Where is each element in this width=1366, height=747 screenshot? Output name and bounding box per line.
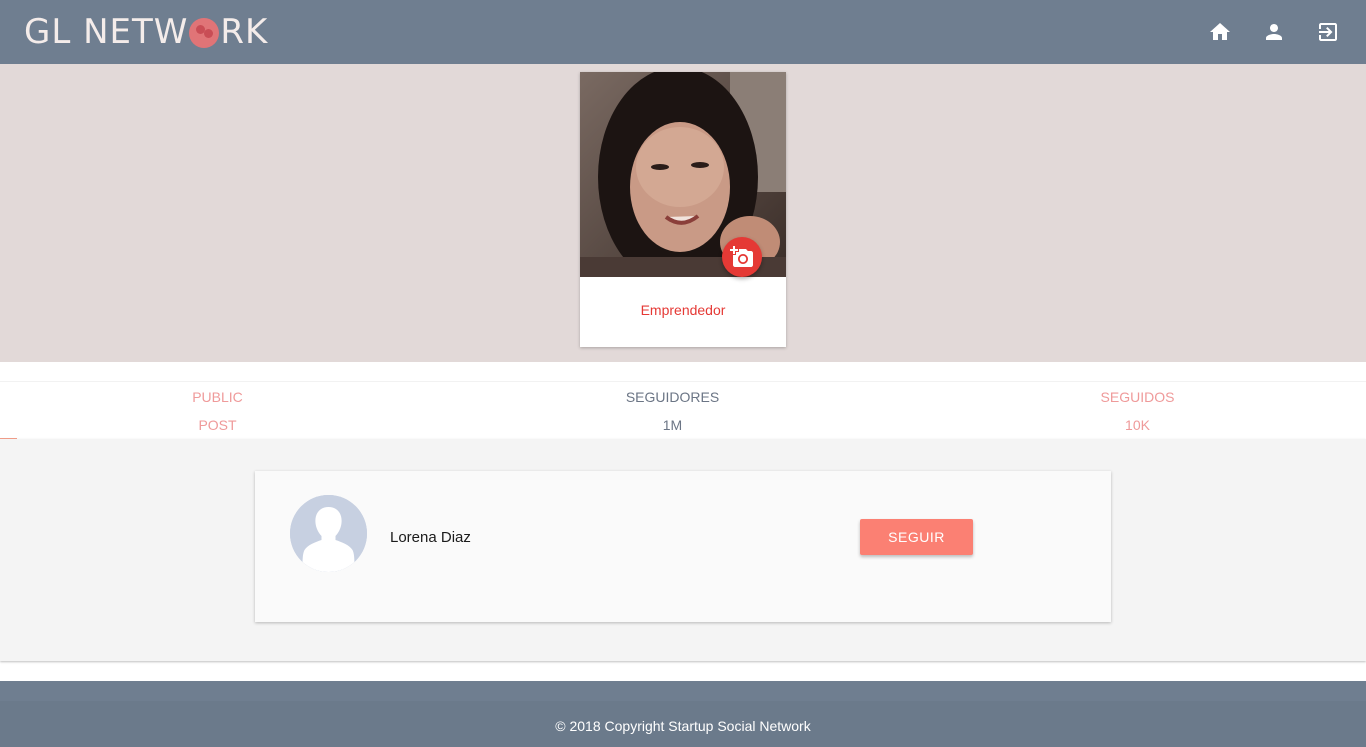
tab-label: SEGUIDOS bbox=[1100, 389, 1175, 405]
user-name[interactable]: Lorena Diaz bbox=[390, 529, 471, 546]
exit-icon[interactable] bbox=[1316, 20, 1340, 44]
add-photo-icon[interactable] bbox=[722, 237, 762, 277]
app-logo[interactable]: GL NETW RK bbox=[24, 11, 268, 53]
followers-panel: Lorena Diaz SEGUIR bbox=[0, 439, 1366, 661]
following-count: 10K bbox=[1125, 417, 1150, 433]
profile-card: Emprendedor bbox=[580, 72, 786, 347]
copyright-text: © 2018 Copyright Startup Social Network bbox=[555, 718, 811, 734]
top-navbar: GL NETW RK bbox=[0, 0, 1366, 64]
list-item: Lorena Diaz SEGUIR bbox=[255, 471, 1111, 622]
tab-label: POST bbox=[198, 417, 237, 433]
logo-text-left: GL NETW bbox=[24, 12, 189, 52]
footer: © 2018 Copyright Startup Social Network bbox=[0, 701, 1366, 747]
profile-role: Emprendedor bbox=[640, 302, 726, 318]
followers-count: 1M bbox=[662, 417, 683, 433]
logo-text-right: RK bbox=[220, 12, 269, 52]
home-icon[interactable] bbox=[1208, 20, 1232, 44]
tab-public-post[interactable]: PUBLIC POST bbox=[150, 382, 285, 440]
tab-label: SEGUIDORES bbox=[625, 389, 720, 405]
tab-seguidores[interactable]: SEGUIDORES 1M bbox=[605, 382, 740, 440]
person-icon[interactable] bbox=[1262, 20, 1286, 44]
profile-tabs: PUBLIC POST SEGUIDORES 1M SEGUIDOS 10K bbox=[0, 381, 1366, 440]
follow-button[interactable]: SEGUIR bbox=[860, 519, 973, 555]
profile-banner: Emprendedor bbox=[0, 64, 1366, 362]
footer-strip bbox=[0, 681, 1366, 701]
tab-label: PUBLIC bbox=[192, 389, 243, 405]
avatar[interactable] bbox=[290, 495, 367, 572]
logo-network-icon bbox=[189, 18, 220, 48]
tab-seguidos[interactable]: SEGUIDOS 10K bbox=[1070, 382, 1205, 440]
